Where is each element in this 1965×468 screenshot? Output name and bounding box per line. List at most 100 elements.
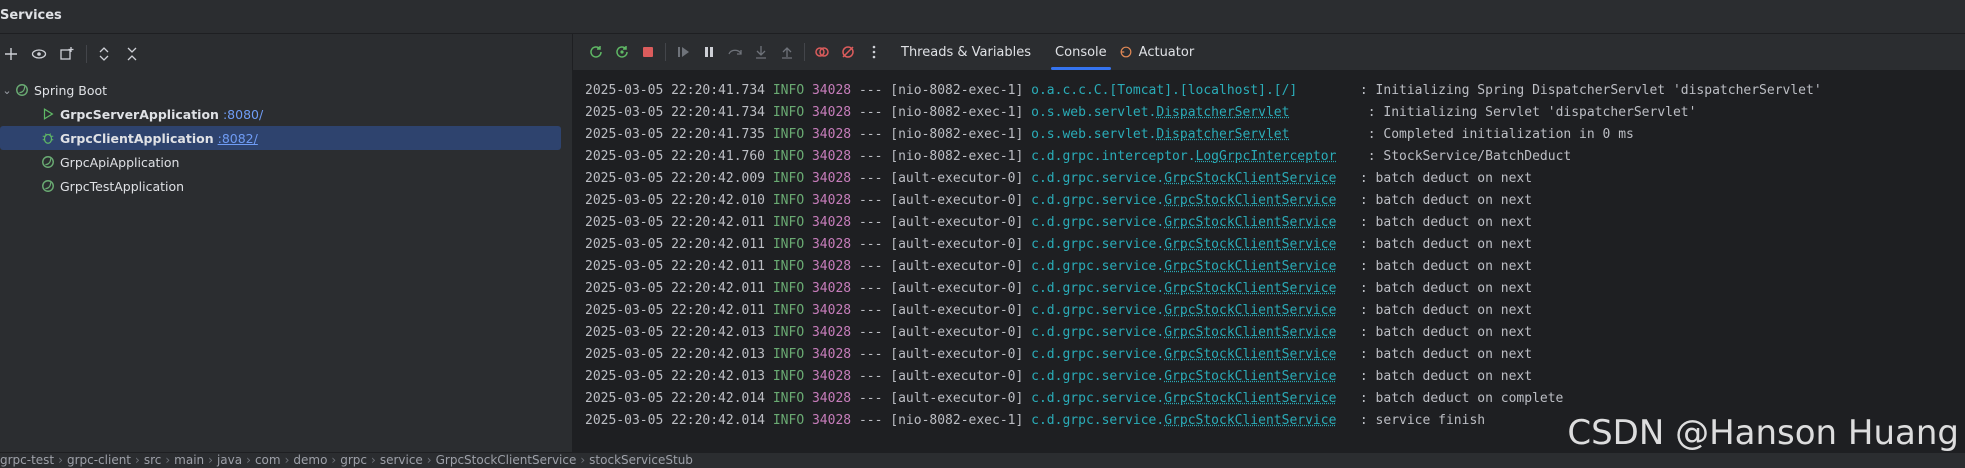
log-level: INFO xyxy=(772,127,805,142)
log-logger-class-link[interactable]: GrpcStockClientService xyxy=(1164,281,1336,296)
expand-all-icon[interactable] xyxy=(93,43,115,65)
log-thread: [ault-executor-0] xyxy=(890,171,1024,186)
toolbar-divider xyxy=(804,43,805,61)
log-logger-package: c.d.grpc.service. xyxy=(1031,391,1165,406)
log-logger-package: c.d.grpc.service. xyxy=(1031,347,1165,362)
console-output[interactable]: 2025-03-05 22:20:41.734 INFO 34028 --- [… xyxy=(585,80,1822,432)
add-icon[interactable] xyxy=(0,43,22,65)
chevron-down-icon[interactable]: ⌄ xyxy=(0,84,14,97)
log-thread: [ault-executor-0] xyxy=(890,347,1024,362)
log-logger-package: o.s.web.servlet. xyxy=(1031,127,1157,142)
log-level: INFO xyxy=(772,369,805,384)
log-timestamp: 2025-03-05 22:20:42.011 xyxy=(585,281,766,296)
view-breakpoints-icon[interactable] xyxy=(811,41,833,63)
log-thread: [nio-8082-exec-1] xyxy=(890,127,1024,142)
log-thread: [nio-8082-exec-1] xyxy=(890,413,1024,428)
log-logger-package: c.d.grpc.interceptor. xyxy=(1031,149,1196,164)
log-thread: [ault-executor-0] xyxy=(890,237,1024,252)
tab-console[interactable]: Console xyxy=(1051,34,1111,70)
log-logger-class-link[interactable]: GrpcStockClientService xyxy=(1164,193,1336,208)
step-over-icon[interactable] xyxy=(724,41,746,63)
breadcrumb-item[interactable]: grpc-client xyxy=(67,453,131,467)
log-pid: 34028 xyxy=(811,215,852,230)
chevron-right-icon: › xyxy=(208,453,213,467)
log-timestamp: 2025-03-05 22:20:42.014 xyxy=(585,391,766,406)
log-logger-package: c.d.grpc.service. xyxy=(1031,325,1165,340)
log-logger-class-link[interactable]: GrpcStockClientService xyxy=(1164,325,1336,340)
log-logger-class-link[interactable]: GrpcStockClientService xyxy=(1164,237,1336,252)
tree-item-grpc-test-application[interactable]: GrpcTestApplication xyxy=(0,174,573,198)
log-logger-class-link[interactable]: GrpcStockClientService xyxy=(1164,215,1336,230)
collapse-all-icon[interactable] xyxy=(121,43,143,65)
log-logger-class-link[interactable]: GrpcStockClientService xyxy=(1164,391,1336,406)
log-timestamp: 2025-03-05 22:20:41.734 xyxy=(585,83,766,98)
breadcrumb-item[interactable]: java xyxy=(217,453,242,467)
tree-item-grpc-client-application[interactable]: GrpcClientApplication :8082/ xyxy=(0,126,561,150)
log-message: : batch deduct on next xyxy=(1359,347,1533,362)
log-message: : batch deduct on next xyxy=(1359,171,1533,186)
eye-icon[interactable] xyxy=(28,43,50,65)
log-level: INFO xyxy=(772,237,805,252)
rerun-debug-icon[interactable] xyxy=(611,41,633,63)
log-logger-class-link[interactable]: GrpcStockClientService xyxy=(1164,369,1336,384)
step-into-icon[interactable] xyxy=(750,41,772,63)
log-logger-class-link[interactable]: GrpcStockClientService xyxy=(1164,347,1336,362)
log-logger-class-link[interactable]: GrpcStockClientService xyxy=(1164,303,1336,318)
spring-boot-icon xyxy=(40,154,56,170)
mute-breakpoints-icon[interactable] xyxy=(837,41,859,63)
log-timestamp: 2025-03-05 22:20:42.014 xyxy=(585,413,766,428)
tab-threads-variables[interactable]: Threads & Variables xyxy=(901,34,1031,70)
console-line: 2025-03-05 22:20:42.011 INFO 34028 --- [… xyxy=(585,259,1533,274)
log-logger-class-link[interactable]: GrpcStockClientService xyxy=(1164,259,1336,274)
chevron-right-icon: › xyxy=(135,453,140,467)
log-logger-class-link[interactable]: GrpcStockClientService xyxy=(1164,413,1336,428)
tree-item-grpc-server-application[interactable]: GrpcServerApplication :8080/ xyxy=(0,102,573,126)
log-logger-class-link[interactable]: DispatcherServlet xyxy=(1156,105,1289,120)
run-icon xyxy=(40,106,56,122)
breadcrumb-item[interactable]: stockServiceStub xyxy=(589,453,693,467)
chevron-right-icon: › xyxy=(284,453,290,467)
log-pid: 34028 xyxy=(811,391,852,406)
log-level: INFO xyxy=(772,413,805,428)
breadcrumb-item[interactable]: demo xyxy=(293,453,327,467)
log-pid: 34028 xyxy=(811,105,852,120)
log-logger-package: c.d.grpc.service. xyxy=(1031,281,1165,296)
port-link[interactable]: :8082/ xyxy=(218,131,258,146)
log-timestamp: 2025-03-05 22:20:42.010 xyxy=(585,193,766,208)
log-logger-class-link[interactable]: GrpcStockClientService xyxy=(1164,171,1336,186)
log-thread: [nio-8082-exec-1] xyxy=(890,83,1024,98)
log-logger-class-link[interactable]: DispatcherServlet xyxy=(1156,127,1289,142)
tab-actuator[interactable]: Actuator xyxy=(1139,34,1195,70)
breadcrumb-item[interactable]: main xyxy=(174,453,204,467)
stop-icon[interactable] xyxy=(637,41,659,63)
log-thread: [ault-executor-0] xyxy=(890,281,1024,296)
pause-icon[interactable] xyxy=(698,41,720,63)
log-pid: 34028 xyxy=(811,369,852,384)
chevron-right-icon: › xyxy=(371,453,376,467)
breadcrumb-item[interactable]: service xyxy=(380,453,423,467)
console-line: 2025-03-05 22:20:41.760 INFO 34028 --- [… xyxy=(585,149,1572,164)
tree-group-spring-boot[interactable]: ⌄ Spring Boot xyxy=(0,78,573,102)
breadcrumb-item[interactable]: com xyxy=(255,453,281,467)
breadcrumb-item[interactable]: grpc xyxy=(340,453,367,467)
log-thread: [nio-8082-exec-1] xyxy=(890,105,1024,120)
resume-icon[interactable] xyxy=(672,41,694,63)
debug-bug-icon xyxy=(40,130,56,146)
tree-item-grpc-api-application[interactable]: GrpcApiApplication xyxy=(0,150,573,174)
log-message: : Initializing Servlet 'dispatcherServle… xyxy=(1367,105,1697,120)
step-out-icon[interactable] xyxy=(776,41,798,63)
services-tree-panel: ⌄ Spring Boot GrpcServerApplication :808… xyxy=(0,34,573,452)
breadcrumb-item[interactable]: grpc-test xyxy=(0,453,54,467)
breadcrumb-item[interactable]: src xyxy=(144,453,162,467)
log-level: INFO xyxy=(772,149,805,164)
rerun-icon[interactable] xyxy=(585,41,607,63)
log-message: : batch deduct on next xyxy=(1359,193,1533,208)
spring-boot-icon xyxy=(14,82,30,98)
log-logger-class-link[interactable]: LogGrpcInterceptor xyxy=(1196,149,1337,164)
new-window-icon[interactable] xyxy=(56,43,78,65)
chevron-right-icon: › xyxy=(580,453,586,467)
log-pid: 34028 xyxy=(811,347,852,362)
more-options-icon[interactable] xyxy=(863,41,885,63)
port-link[interactable]: :8080/ xyxy=(223,107,263,122)
breadcrumb-item[interactable]: GrpcStockClientService xyxy=(436,453,577,467)
